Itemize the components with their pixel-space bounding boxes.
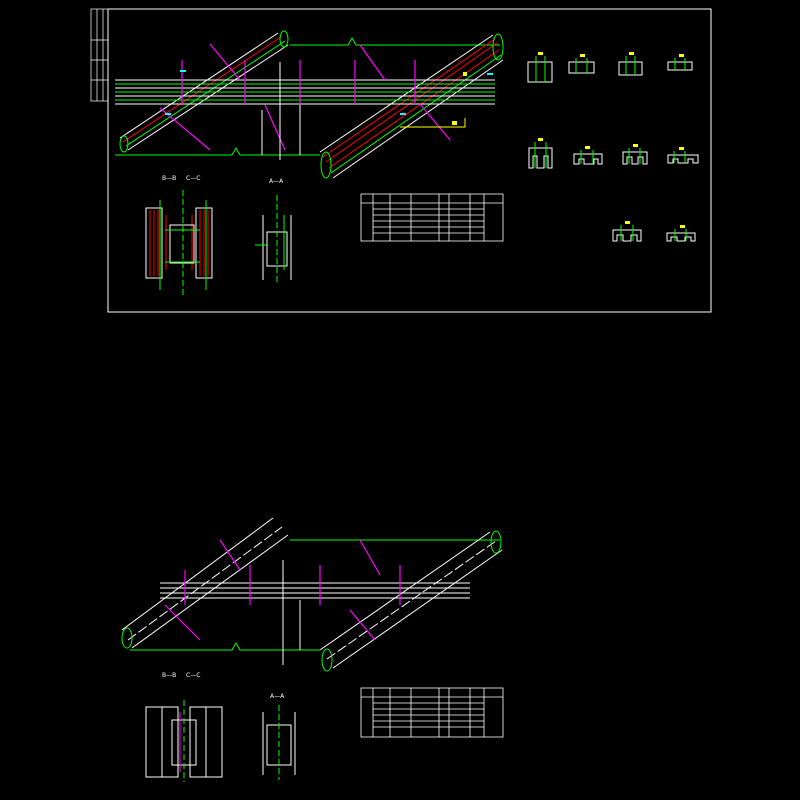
title-block [90,8,109,102]
section-bc-view [145,190,213,295]
plan-view-bottom [121,517,503,672]
bottom-sheet: B—B C—C A—A [121,517,504,782]
top-sheet: B—B C—C A—A [90,8,712,313]
detail-symbols [527,52,699,242]
quantity-table-bottom [360,687,504,738]
section-c-label: C—C [186,175,200,182]
section-b-label-bottom: B—B [162,672,176,679]
section-a-label: A—A [269,178,284,185]
drawing-frame [107,8,712,313]
plan-view [115,30,504,179]
section-a-label-bottom: A—A [270,693,285,700]
section-b-label: B—B [162,175,176,182]
quantity-table [360,193,504,242]
section-a-view [255,195,292,282]
cad-drawing-canvas: B—B C—C A—A B—B C—C A—A [90,8,712,782]
section-bc-view-bottom [145,700,223,782]
section-a-view-bottom [262,705,296,780]
section-c-label-bottom: C—C [186,672,200,679]
